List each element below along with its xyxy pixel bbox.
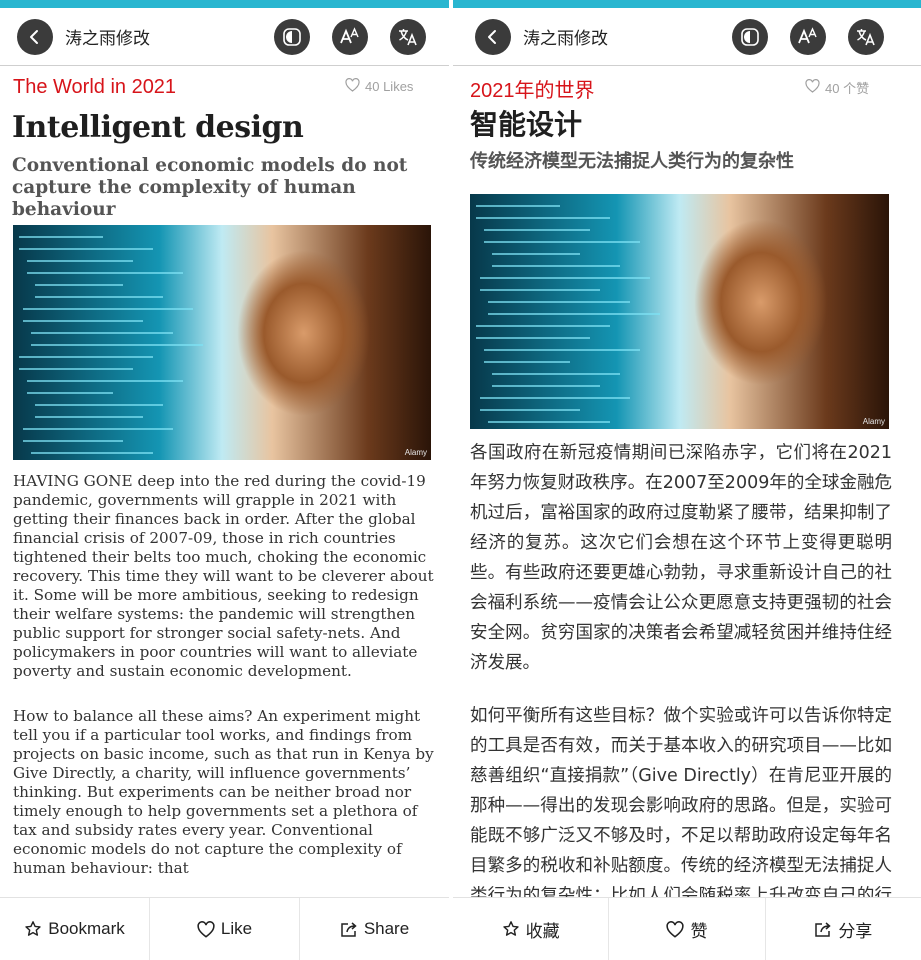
like-label: 赞 (690, 921, 708, 941)
article-paragraph: How to balance all these aims? An experi… (13, 707, 434, 877)
contrast-button[interactable] (274, 19, 310, 55)
header-bar: 涛之雨修改 (0, 8, 449, 66)
chinese-article-panel: 涛之雨修改 2021年的世界 40 个赞 智能设计 传统经济模型无法捕捉人类行为… (453, 0, 921, 960)
heart-icon (805, 79, 820, 96)
contrast-icon (740, 27, 760, 47)
article-body: HAVING GONE deep into the red during the… (13, 472, 438, 878)
share-label: Share (363, 919, 410, 938)
article-paragraph: 各国政府在新冠疫情期间已深陷赤字，它们将在2021年努力恢复财政秩序。在2007… (470, 443, 892, 673)
header-title: 涛之雨修改 (65, 29, 150, 49)
heart-icon (345, 78, 360, 95)
contrast-icon (282, 27, 302, 47)
bottom-action-bar: 收藏 赞 分享 (453, 897, 921, 960)
contrast-button[interactable] (732, 19, 768, 55)
font-size-button[interactable] (332, 19, 368, 55)
share-icon (340, 921, 358, 938)
article-content: 2021年的世界 40 个赞 智能设计 传统经济模型无法捕捉人类行为的复杂性 A… (453, 66, 921, 897)
back-icon (485, 29, 501, 45)
translate-icon (855, 27, 877, 47)
share-button[interactable]: Share (299, 898, 449, 960)
font-size-icon (339, 27, 361, 47)
likes-count[interactable]: 40 Likes (345, 78, 413, 95)
translate-icon (397, 27, 419, 47)
like-label: Like (220, 919, 253, 938)
star-icon (24, 920, 42, 938)
bottom-action-bar: Bookmark Like Share (0, 897, 449, 960)
font-size-icon (797, 27, 819, 47)
heart-icon (197, 920, 215, 938)
article-image: Alamy (13, 225, 431, 460)
article-standfirst: 传统经济模型无法捕捉人类行为的复杂性 (470, 151, 794, 172)
back-button[interactable] (17, 19, 53, 55)
bookmark-label: 收藏 (525, 921, 560, 941)
share-icon (814, 921, 832, 938)
font-size-button[interactable] (790, 19, 826, 55)
article-paragraph: HAVING GONE deep into the red during the… (13, 472, 434, 680)
star-icon (502, 920, 520, 938)
back-button[interactable] (475, 19, 511, 55)
article-paragraph: 如何平衡所有这些目标？做个实验或许可以告诉你特定的工具是否有效，而关于基本收入的… (470, 706, 892, 897)
image-credit: Alamy (862, 417, 885, 426)
header-title: 涛之雨修改 (523, 29, 608, 49)
likes-label: 40 Likes (365, 79, 414, 94)
article-standfirst: Conventional economic models do not capt… (12, 155, 408, 220)
share-label: 分享 (838, 921, 873, 941)
article-image: Alamy (470, 194, 889, 429)
likes-label: 40 个赞 (825, 81, 870, 96)
article-headline: Intelligent design (12, 110, 304, 145)
bookmark-button[interactable]: Bookmark (0, 898, 149, 960)
article-body: 各国政府在新冠疫情期间已深陷赤字，它们将在2021年努力恢复财政秩序。在2007… (470, 438, 892, 897)
top-accent-bar (453, 0, 921, 8)
image-credit: Alamy (404, 448, 427, 457)
bookmark-button[interactable]: 收藏 (453, 898, 608, 960)
translate-button[interactable] (848, 19, 884, 55)
translate-button[interactable] (390, 19, 426, 55)
bookmark-label: Bookmark (48, 919, 125, 938)
heart-icon (666, 920, 685, 938)
english-article-panel: 涛之雨修改 The World in 2021 40 Likes Intelli… (0, 0, 449, 960)
section-label: The World in 2021 (13, 76, 177, 98)
section-label: 2021年的世界 (470, 80, 595, 102)
header-bar: 涛之雨修改 (453, 8, 921, 66)
like-button[interactable]: 赞 (608, 898, 764, 960)
article-headline: 智能设计 (470, 108, 583, 141)
top-accent-bar (0, 0, 449, 8)
like-button[interactable]: Like (149, 898, 299, 960)
back-icon (27, 29, 43, 45)
article-content: The World in 2021 40 Likes Intelligent d… (0, 66, 449, 897)
share-button[interactable]: 分享 (764, 898, 921, 960)
likes-count[interactable]: 40 个赞 (805, 78, 869, 97)
